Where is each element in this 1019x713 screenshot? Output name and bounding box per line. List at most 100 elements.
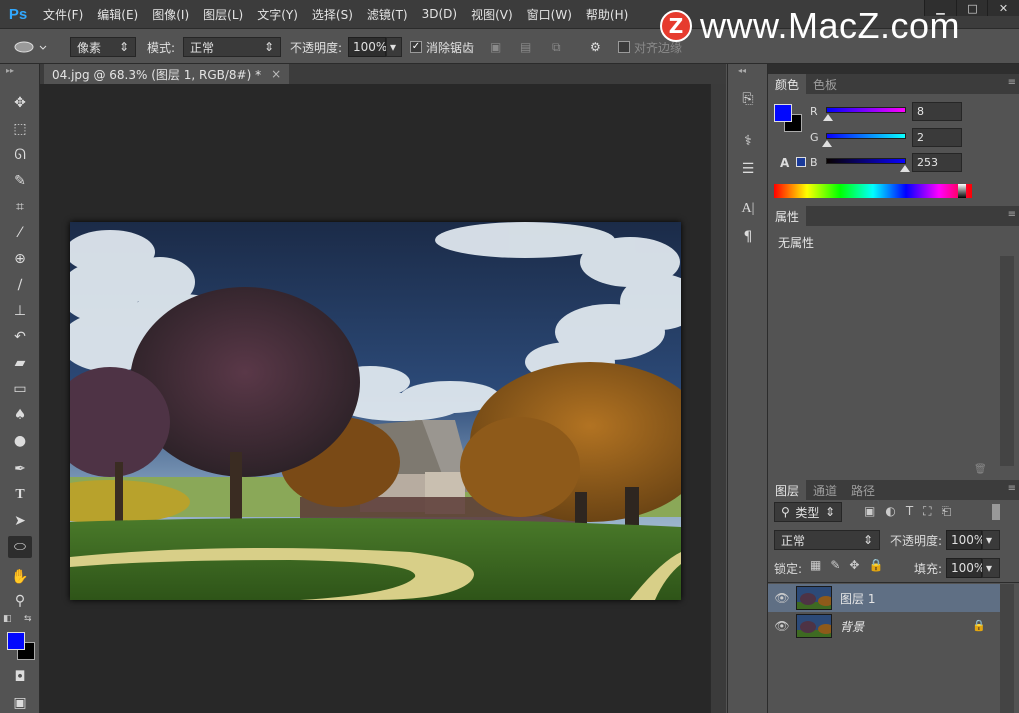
layer-filter-select[interactable]: ⚲ 类型 ⇕ xyxy=(774,502,842,522)
green-value-input[interactable]: 2 xyxy=(912,128,962,147)
layer-row-1[interactable]: 👁 图层 1 xyxy=(768,584,1000,612)
blend-mode-select[interactable]: 正常 ⇕ xyxy=(183,37,281,57)
marquee-tool-icon[interactable]: ⬚ xyxy=(8,118,32,140)
restore-button[interactable]: □ xyxy=(956,0,988,16)
hand-tool-icon[interactable]: ✋ xyxy=(8,566,32,588)
gradient-tool-icon[interactable]: ▭ xyxy=(8,378,32,400)
green-track[interactable] xyxy=(826,133,906,139)
color-spectrum-bar[interactable] xyxy=(774,184,972,198)
web-safe-swatch[interactable] xyxy=(796,157,806,167)
document-image[interactable] xyxy=(70,222,681,600)
menu-filter[interactable]: 滤镜(T) xyxy=(360,6,415,23)
menu-view[interactable]: 视图(V) xyxy=(464,6,520,23)
swap-colors-icon[interactable]: ⇆ xyxy=(24,614,32,624)
path-arrangement-icon[interactable]: ⧉ xyxy=(552,37,561,57)
menu-window[interactable]: 窗口(W) xyxy=(520,6,579,23)
paragraph-panel-icon[interactable]: ¶ xyxy=(736,226,760,248)
foreground-color-swatch[interactable] xyxy=(7,632,25,650)
shape-mode-select[interactable]: 像素 ⇕ xyxy=(70,37,136,57)
lock-transparent-icon[interactable]: ▦ xyxy=(810,558,821,572)
lock-all-icon[interactable]: 🔒 xyxy=(868,558,883,572)
blur-tool-icon[interactable]: ♠ xyxy=(8,404,32,426)
layers-scrollbar[interactable] xyxy=(1000,584,1014,713)
shape-filter-icon[interactable]: ⛶ xyxy=(923,504,931,519)
layer-blend-mode-select[interactable]: 正常 ⇕ xyxy=(774,530,880,550)
canvas-vertical-scrollbar[interactable] xyxy=(710,84,726,713)
path-select-tool-icon[interactable]: ➤ xyxy=(8,510,32,532)
tab-color[interactable]: 颜色 xyxy=(768,74,807,94)
red-value-input[interactable]: 8 xyxy=(912,102,962,121)
lasso-tool-icon[interactable]: ᘏ xyxy=(8,144,32,166)
history-panel-icon[interactable]: ⎘ xyxy=(736,88,760,110)
menu-select[interactable]: 选择(S) xyxy=(305,6,360,23)
tab-swatches[interactable]: 色板 xyxy=(806,74,844,94)
blue-value-input[interactable]: 253 xyxy=(912,153,962,172)
brush-presets-icon[interactable]: ⚕ xyxy=(736,130,760,152)
layer-opacity-input[interactable]: 100% xyxy=(946,530,985,550)
clone-stamp-tool-icon[interactable]: ⊥ xyxy=(8,300,32,322)
antialias-checkbox[interactable]: ✓ 消除锯齿 xyxy=(410,37,474,57)
properties-scrollbar[interactable] xyxy=(1000,256,1014,466)
zoom-tool-icon[interactable]: ⚲ xyxy=(8,590,32,612)
ellipse-tool-icon[interactable]: ⬭ xyxy=(8,536,32,558)
eraser-tool-icon[interactable]: ▰ xyxy=(8,352,32,374)
smart-object-filter-icon[interactable]: ⎗ xyxy=(942,504,952,519)
filter-toggle-switch[interactable] xyxy=(992,504,1000,520)
menu-file[interactable]: 文件(F) xyxy=(36,6,90,23)
collapse-arrows-icon[interactable]: ▸▸ xyxy=(6,66,14,75)
menu-layer[interactable]: 图层(L) xyxy=(196,6,250,23)
black-white-ramp[interactable] xyxy=(958,184,966,198)
panel-menu-icon[interactable]: ≡ xyxy=(1008,209,1016,220)
type-tool-icon[interactable]: T xyxy=(8,484,32,506)
lock-image-icon[interactable]: ✎ xyxy=(830,558,840,572)
tab-paths[interactable]: 路径 xyxy=(844,480,882,500)
pixel-filter-icon[interactable]: ▣ xyxy=(864,504,875,519)
layer-opacity-dropdown[interactable]: ▾ xyxy=(982,530,1000,550)
lock-position-icon[interactable]: ✥ xyxy=(849,558,859,572)
menu-help[interactable]: 帮助(H) xyxy=(579,6,635,23)
red-thumb[interactable] xyxy=(823,114,834,121)
blue-thumb[interactable] xyxy=(900,165,911,172)
menu-image[interactable]: 图像(I) xyxy=(145,6,196,23)
layer-name[interactable]: 背景 xyxy=(840,618,864,635)
path-alignment-icon[interactable]: ▤ xyxy=(520,37,531,57)
adjustments-panel-icon[interactable]: ☰ xyxy=(736,158,760,180)
tab-layers[interactable]: 图层 xyxy=(768,480,807,500)
adjustment-filter-icon[interactable]: ◐ xyxy=(885,504,895,519)
tab-channels[interactable]: 通道 xyxy=(806,480,844,500)
menu-type[interactable]: 文字(Y) xyxy=(250,6,305,23)
collapse-arrows-icon[interactable]: ◂◂ xyxy=(738,66,746,75)
healing-brush-tool-icon[interactable]: ⊕ xyxy=(8,248,32,270)
blue-track[interactable] xyxy=(826,158,906,164)
default-colors-icon[interactable]: ◧ xyxy=(3,614,12,624)
layer-name[interactable]: 图层 1 xyxy=(840,590,875,607)
move-tool-icon[interactable]: ✥ xyxy=(8,92,32,114)
opacity-input[interactable]: 100% xyxy=(348,37,387,57)
foreground-color-swatch[interactable] xyxy=(774,104,792,122)
panel-menu-icon[interactable]: ≡ xyxy=(1008,483,1016,494)
panel-menu-icon[interactable]: ≡ xyxy=(1008,77,1016,88)
tool-preset-picker[interactable] xyxy=(10,37,50,57)
menu-edit[interactable]: 编辑(E) xyxy=(90,6,145,23)
quick-mask-icon[interactable]: ◘ xyxy=(8,666,32,688)
red-track[interactable] xyxy=(826,107,906,113)
fill-dropdown[interactable]: ▾ xyxy=(982,558,1000,578)
gear-icon[interactable]: ⚙ xyxy=(590,37,601,57)
trash-icon[interactable]: 🗑 xyxy=(974,464,987,475)
close-tab-icon[interactable]: × xyxy=(271,67,281,81)
screen-mode-icon[interactable]: ▣ xyxy=(8,692,32,713)
character-panel-icon[interactable]: A| xyxy=(736,198,760,220)
opacity-dropdown[interactable]: ▾ xyxy=(386,37,402,57)
crop-tool-icon[interactable]: ⌗ xyxy=(8,196,32,218)
eye-icon[interactable]: 👁 xyxy=(768,591,796,605)
history-brush-tool-icon[interactable]: ↶ xyxy=(8,326,32,348)
pen-tool-icon[interactable]: ✒ xyxy=(8,458,32,480)
menu-3d[interactable]: 3D(D) xyxy=(415,7,464,21)
quick-select-tool-icon[interactable]: ✎ xyxy=(8,170,32,192)
tab-properties[interactable]: 属性 xyxy=(768,206,807,226)
close-window-button[interactable]: ✕ xyxy=(987,0,1019,16)
fill-input[interactable]: 100% xyxy=(946,558,985,578)
layer-row-background[interactable]: 👁 背景 🔒 xyxy=(768,612,1000,640)
type-filter-icon[interactable]: T xyxy=(906,504,913,519)
web-safe-warning-icon[interactable]: A xyxy=(780,156,789,170)
